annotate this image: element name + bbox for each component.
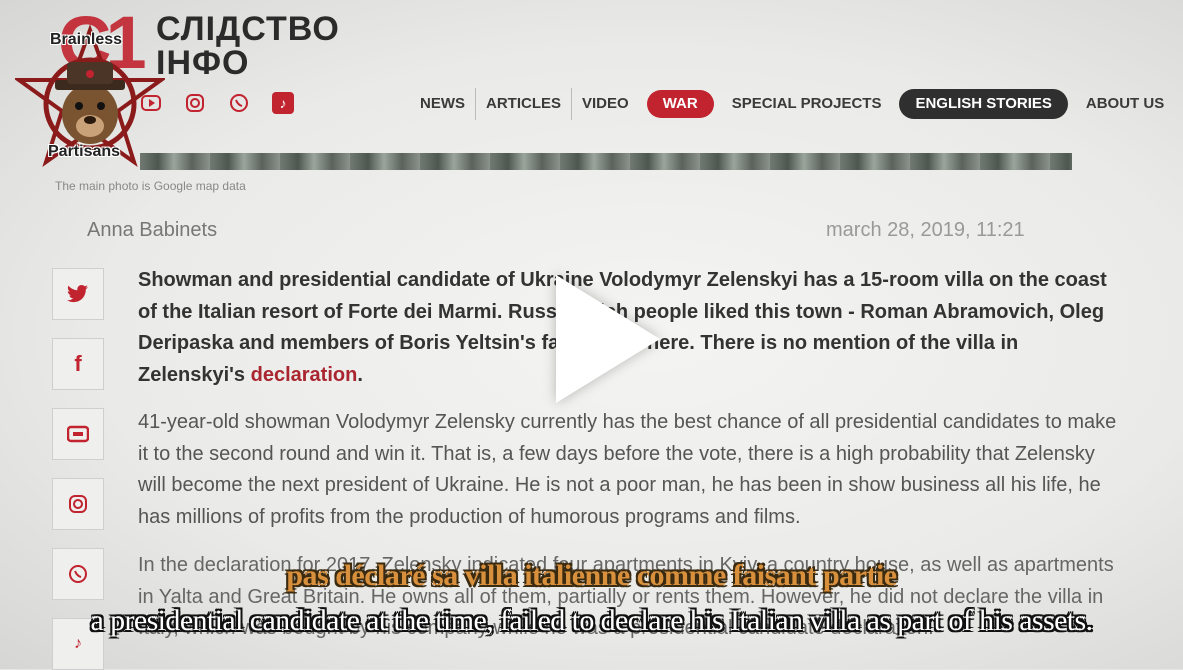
header-social-icons: ♪ (140, 92, 294, 114)
nav-news[interactable]: NEWS (410, 88, 476, 120)
twitter-icon (67, 285, 88, 303)
nav-war[interactable]: WAR (646, 90, 714, 118)
main-nav: NEWS ARTICLES VIDEO WAR SPECIAL PROJECTS… (410, 88, 1174, 120)
watermark-top-text: Brainless (50, 31, 123, 48)
photo-caption: The main photo is Google map data (55, 179, 246, 193)
share-instagram-button[interactable] (52, 478, 104, 530)
watermark-bottom-text: Partisans (48, 143, 121, 160)
youtube-icon (67, 425, 89, 443)
instagram-icon[interactable] (184, 92, 206, 114)
share-twitter-button[interactable] (52, 268, 104, 320)
declaration-link[interactable]: declaration (251, 364, 358, 386)
article-paragraph: 41-year-old showman Volodymyr Zelensky c… (138, 411, 1117, 528)
nav-about-us[interactable]: ABOUT US (1076, 88, 1174, 120)
lead-end: . (357, 363, 363, 386)
share-youtube-button[interactable] (52, 408, 104, 460)
facebook-icon: f (74, 351, 82, 376)
nav-articles[interactable]: ARTICLES (476, 88, 572, 120)
nav-english-stories[interactable]: ENGLISH STORIES (899, 89, 1068, 119)
viber-icon[interactable] (228, 92, 250, 114)
logo-title-line2: ІНФО (156, 44, 250, 82)
main-photo (140, 153, 1072, 170)
subtitle-english: a presidential candidate at the time, fa… (90, 604, 1093, 637)
article-author[interactable]: Anna Babinets (87, 219, 217, 242)
nav-special-projects[interactable]: SPECIAL PROJECTS (722, 88, 892, 120)
tiktok-icon[interactable]: ♪ (272, 92, 294, 114)
instagram-icon (69, 495, 87, 513)
youtube-icon[interactable] (140, 92, 162, 114)
subtitle-french: pas déclaré sa villa italienne comme fai… (286, 559, 897, 592)
share-facebook-button[interactable]: f (52, 338, 104, 390)
play-icon[interactable] (556, 275, 660, 403)
article-date: march 28, 2019, 11:21 (826, 219, 1025, 241)
nav-video[interactable]: VIDEO (572, 88, 639, 120)
